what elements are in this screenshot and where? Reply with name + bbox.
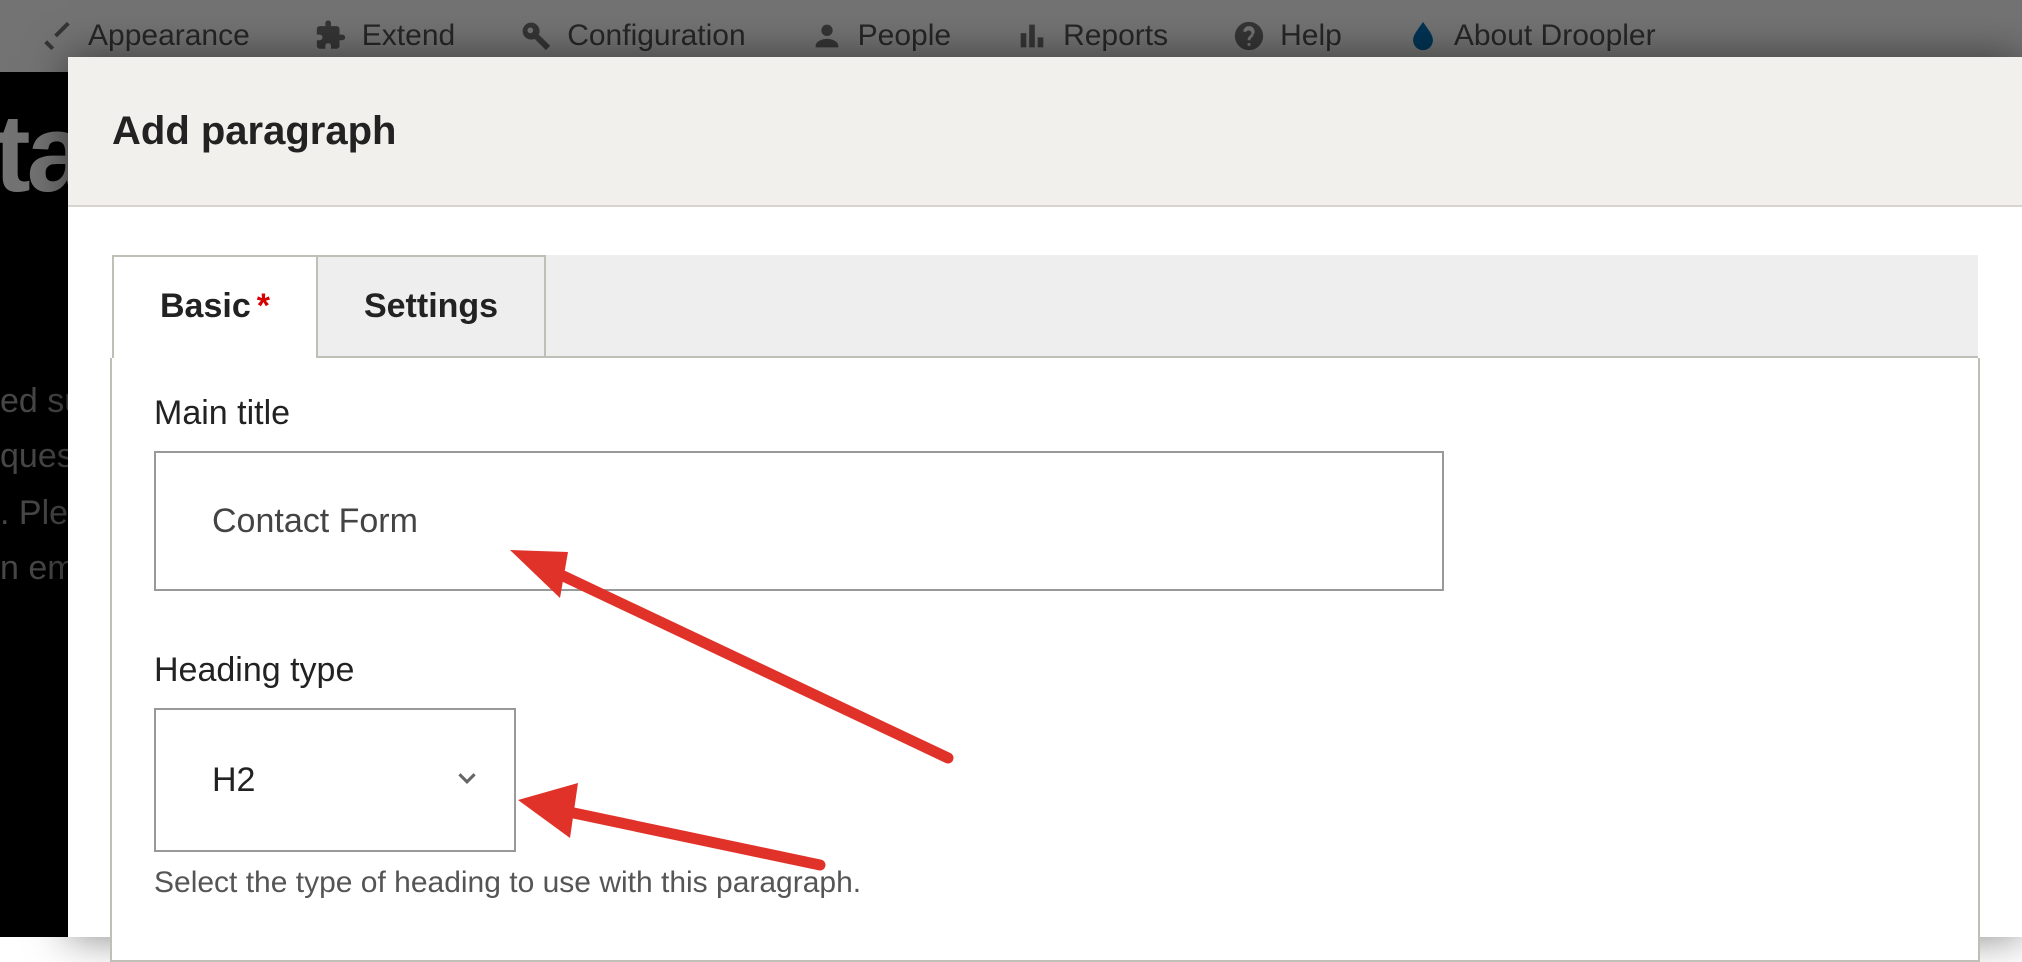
modal-title: Add paragraph	[112, 109, 396, 154]
required-marker: *	[257, 287, 270, 325]
modal-header: Add paragraph	[68, 57, 2022, 207]
main-title-label: Main title	[154, 394, 1936, 433]
main-title-input[interactable]	[154, 451, 1444, 591]
tab-label: Basic	[160, 287, 251, 325]
tab-settings[interactable]: Settings	[316, 255, 546, 356]
add-paragraph-modal: Add paragraph Basic* Settings Main title…	[68, 57, 2022, 937]
form-area: Main title Heading type H2 Select the ty…	[110, 358, 1980, 962]
tab-basic[interactable]: Basic*	[112, 255, 318, 356]
tab-strip: Basic* Settings	[112, 255, 1978, 358]
tab-label: Settings	[364, 287, 498, 325]
modal-body: Basic* Settings Main title Heading type …	[68, 207, 2022, 962]
heading-type-help: Select the type of heading to use with t…	[154, 866, 1936, 900]
heading-type-select[interactable]: H2	[154, 708, 516, 852]
heading-type-label: Heading type	[154, 651, 1936, 690]
chevron-down-icon	[454, 765, 480, 796]
